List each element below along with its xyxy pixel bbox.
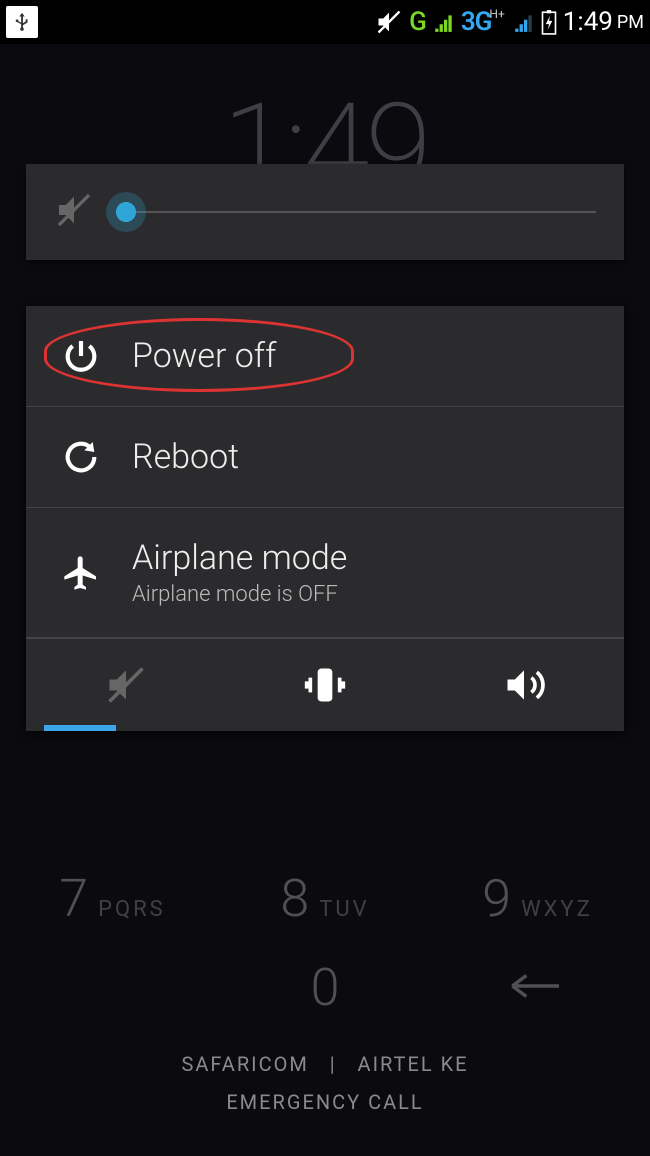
volume-thumb[interactable] — [106, 192, 146, 232]
power-off-label: Power off — [132, 336, 276, 376]
statusbar-time: 1:49 — [563, 7, 613, 37]
power-menu: Power off Reboot Airplane mode Airplane … — [26, 306, 624, 731]
airplane-label: Airplane mode — [132, 538, 347, 578]
carrier-row: SAFARICOM | AIRTEL KE — [0, 1052, 650, 1076]
status-bar: G 3G H+ 1:49 PM — [0, 0, 650, 44]
airplane-sublabel: Airplane mode is OFF — [132, 582, 347, 607]
usb-icon — [6, 6, 38, 38]
power-icon — [54, 336, 108, 376]
power-off-item[interactable]: Power off — [26, 306, 624, 407]
lockscreen-keypad: 7 PQRS 8 TUV 9 WXYZ 0 SAFARICOM | AIRTEL… — [0, 860, 650, 1156]
signal-bars-2-icon — [513, 11, 535, 33]
signal-bars-icon — [433, 11, 455, 33]
network-hplus-label: H+ — [489, 7, 504, 21]
network-g-label: G — [409, 7, 427, 37]
reboot-item[interactable]: Reboot — [26, 407, 624, 508]
carrier-separator: | — [330, 1052, 337, 1076]
backspace-icon — [510, 968, 566, 1008]
carrier-left: SAFARICOM — [181, 1052, 308, 1076]
carrier-right: AIRTEL KE — [358, 1052, 469, 1076]
sound-normal-tab[interactable] — [425, 639, 624, 731]
key-8[interactable]: 8 TUV — [225, 868, 425, 929]
sound-mode-tabs — [26, 638, 624, 731]
volume-slider[interactable] — [122, 211, 596, 213]
reboot-icon — [54, 437, 108, 477]
mute-icon — [375, 8, 403, 36]
emergency-call[interactable]: EMERGENCY CALL — [0, 1090, 650, 1114]
airplane-icon — [54, 553, 108, 593]
volume-panel — [26, 164, 624, 260]
key-backspace[interactable] — [438, 968, 638, 1008]
statusbar-ampm: PM — [617, 12, 644, 33]
sound-vibrate-tab[interactable] — [225, 639, 424, 731]
key-0[interactable]: 0 — [225, 957, 425, 1018]
battery-charging-icon — [541, 9, 557, 35]
sound-silent-tab[interactable] — [26, 639, 225, 731]
key-9[interactable]: 9 WXYZ — [438, 868, 638, 929]
speaker-muted-icon — [54, 190, 94, 234]
airplane-mode-item[interactable]: Airplane mode Airplane mode is OFF — [26, 508, 624, 638]
network-type-label: 3G — [461, 7, 492, 37]
reboot-label: Reboot — [132, 437, 239, 477]
key-7[interactable]: 7 PQRS — [13, 868, 213, 929]
